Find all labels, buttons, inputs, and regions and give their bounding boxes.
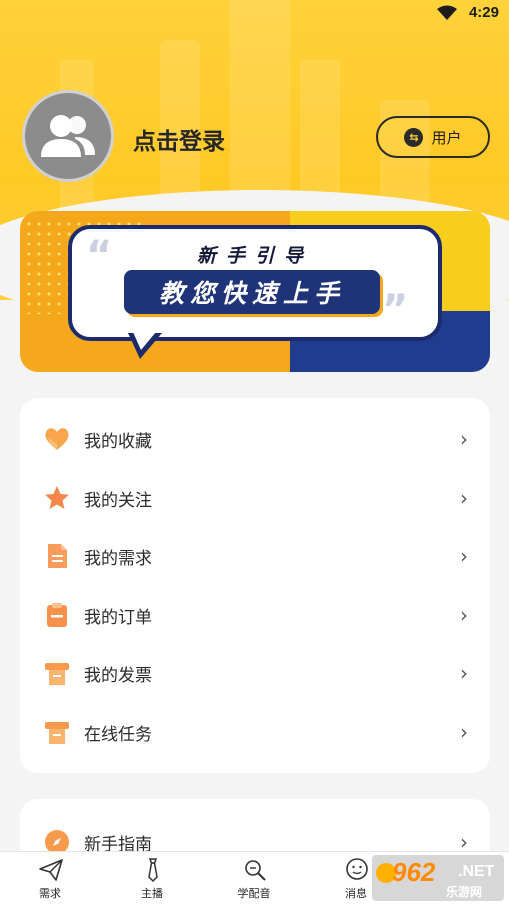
chat-smile-icon (346, 858, 368, 880)
menu-item-following[interactable]: 我的关注 › (20, 469, 490, 527)
role-button-label: 用户 (431, 128, 462, 147)
menu-item-online-tasks[interactable]: 在线任务 › (20, 703, 490, 761)
site-watermark: 962 .NET 乐游网 (372, 855, 504, 901)
switch-icon: ⇆ (404, 127, 424, 147)
watermark-site: 乐游网 (446, 885, 483, 899)
login-link[interactable]: 点击登录 (133, 122, 225, 156)
newbie-guide-banner[interactable]: “ ” 新手引导 教您快速上手 (20, 211, 490, 372)
chevron-right-icon: › (460, 603, 468, 627)
quote-close-icon: ” (382, 287, 409, 333)
menu-item-label: 我的收藏 (84, 431, 152, 452)
watermark-number: 962 (392, 857, 436, 887)
tab-learn-dubbing[interactable]: 学配音 (204, 852, 304, 905)
tab-demand[interactable]: 需求 (0, 852, 100, 905)
tab-anchor[interactable]: 主播 (102, 852, 202, 905)
chevron-right-icon: › (460, 427, 468, 451)
menu-item-label: 我的发票 (84, 665, 152, 686)
tab-label: 学配音 (237, 887, 271, 900)
tie-icon (148, 858, 158, 883)
menu-item-label: 我的订单 (84, 607, 152, 628)
menu-item-favorites[interactable]: 我的收藏 › (20, 410, 490, 468)
speech-bubble-tail-fill (133, 332, 156, 350)
menu-item-label: 在线任务 (84, 724, 152, 745)
wifi-icon (437, 5, 457, 20)
paper-plane-icon (39, 859, 63, 881)
tab-label: 需求 (39, 887, 61, 900)
task-icon (45, 722, 69, 744)
heart-icon (45, 428, 69, 450)
switch-role-button[interactable]: ⇆ 用户 (376, 116, 490, 158)
search-book-icon (245, 860, 266, 881)
clipboard-icon (47, 603, 67, 627)
tab-label: 主播 (141, 887, 163, 900)
chevron-right-icon: › (460, 720, 468, 744)
chevron-right-icon: › (460, 544, 468, 568)
watermark-suffix: .NET (458, 863, 495, 880)
status-bar: 4:29 (0, 0, 509, 28)
users-icon (41, 115, 95, 157)
status-time: 4:29 (468, 4, 499, 21)
city-deco-tower (230, 0, 290, 220)
banner-subtitle-box: 教您快速上手 (124, 270, 380, 314)
banner-subtitle: 教您快速上手 (158, 279, 345, 308)
menu-card: 我的收藏 › 我的关注 › 我的需求 › 我的订单 › 我的发票 › 在线任务 … (20, 398, 490, 773)
menu-item-orders[interactable]: 我的订单 › (20, 586, 490, 644)
menu-item-label: 我的关注 (84, 490, 152, 511)
menu-item-demands[interactable]: 我的需求 › (20, 527, 490, 585)
star-icon (45, 486, 69, 509)
banner-title: 新手引导 (196, 245, 313, 267)
document-icon (48, 544, 67, 568)
chevron-right-icon: › (460, 486, 468, 510)
menu-item-invoices[interactable]: 我的发票 › (20, 644, 490, 702)
avatar[interactable] (22, 90, 114, 182)
invoice-icon (45, 663, 69, 685)
chevron-right-icon: › (460, 661, 468, 685)
menu-item-label: 我的需求 (84, 548, 152, 569)
